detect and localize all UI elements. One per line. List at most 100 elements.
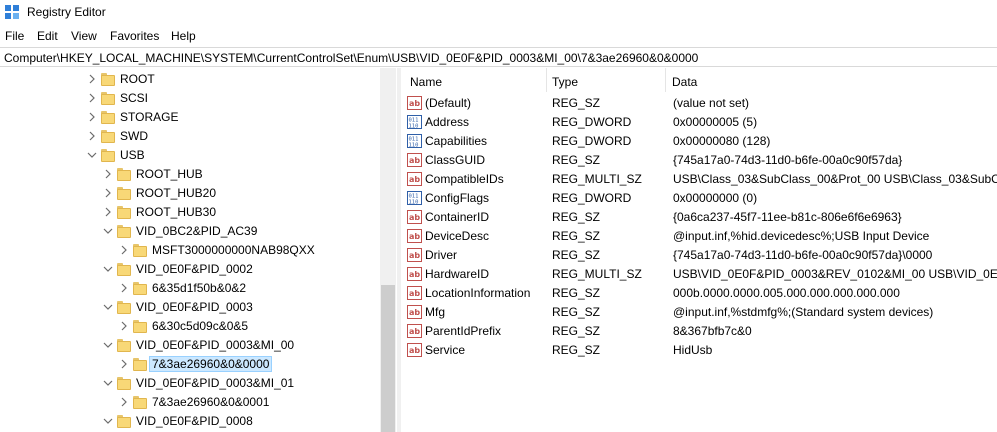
- chevron-down-icon[interactable]: [102, 225, 114, 237]
- value-row[interactable]: ab Service REG_SZ HidUsb: [402, 341, 997, 360]
- value-row[interactable]: ab ContainerID REG_SZ {0a6ca237-45f7-11ee-b…: [402, 208, 997, 227]
- svg-text:110: 110: [409, 124, 419, 130]
- value-row[interactable]: ab ClassGUID REG_SZ {745a17a0-74d3-11d0-b6f…: [402, 151, 997, 170]
- folder-icon: [133, 243, 147, 257]
- chevron-right-icon[interactable]: [118, 358, 130, 370]
- chevron-right-icon[interactable]: [118, 282, 130, 294]
- chevron-right-icon[interactable]: [118, 320, 130, 332]
- tree-node[interactable]: ROOT_HUB20: [0, 184, 380, 203]
- tree-node[interactable]: STORAGE: [0, 108, 380, 127]
- chevron-right-icon[interactable]: [118, 396, 130, 408]
- tree-node-label[interactable]: 7&3ae26960&0&0000: [148, 356, 273, 372]
- tree-node[interactable]: USB: [0, 146, 380, 165]
- tree-node[interactable]: ROOT: [0, 70, 380, 89]
- tree-node-label[interactable]: VID_0E0F&PID_0003&MI_01: [134, 376, 296, 390]
- column-header-data[interactable]: Data: [666, 68, 997, 92]
- tree-node[interactable]: VID_0E0F&PID_0003&MI_00: [0, 336, 380, 355]
- value-row[interactable]: ab ParentIdPrefix REG_SZ 8&367bfb7c&0: [402, 322, 997, 341]
- tree-node[interactable]: 7&3ae26960&0&0001: [0, 393, 380, 412]
- chevron-down-icon[interactable]: [102, 377, 114, 389]
- tree-node[interactable]: MSFT3000000000NAB98QXX: [0, 241, 380, 260]
- tree-node[interactable]: SCSI: [0, 89, 380, 108]
- folder-icon: [117, 167, 131, 181]
- tree-node[interactable]: ROOT_HUB30: [0, 203, 380, 222]
- folder-icon: [117, 414, 131, 428]
- chevron-down-icon[interactable]: [102, 339, 114, 351]
- tree-node-label[interactable]: VID_0E0F&PID_0003&MI_00: [134, 338, 296, 352]
- chevron-down-icon[interactable]: [86, 149, 98, 161]
- tree-node[interactable]: VID_0E0F&PID_0003: [0, 298, 380, 317]
- svg-text:ab: ab: [409, 175, 420, 184]
- value-row[interactable]: ab DeviceDesc REG_SZ @input.inf,%hid.device…: [402, 227, 997, 246]
- menu-file[interactable]: File: [5, 29, 24, 43]
- tree-node[interactable]: VID_0E0F&PID_0002: [0, 260, 380, 279]
- menu-view[interactable]: View: [71, 29, 97, 43]
- menu-favorites[interactable]: Favorites: [110, 29, 159, 43]
- chevron-right-icon[interactable]: [102, 187, 114, 199]
- pane-splitter[interactable]: [397, 68, 401, 432]
- tree-node[interactable]: VID_0BC2&PID_AC39: [0, 222, 380, 241]
- chevron-right-icon[interactable]: [118, 244, 130, 256]
- string-value-icon: ab: [407, 305, 422, 319]
- tree-node-label[interactable]: ROOT_HUB20: [134, 186, 218, 200]
- address-bar[interactable]: Computer\HKEY_LOCAL_MACHINE\SYSTEM\Curre…: [0, 47, 997, 67]
- tree-node-label[interactable]: VID_0BC2&PID_AC39: [134, 224, 259, 238]
- tree-node-label[interactable]: VID_0E0F&PID_0002: [134, 262, 255, 276]
- chevron-right-icon[interactable]: [86, 92, 98, 104]
- tree-node-label[interactable]: SWD: [118, 129, 150, 143]
- menu-edit[interactable]: Edit: [37, 29, 58, 43]
- tree-node-label[interactable]: MSFT3000000000NAB98QXX: [150, 243, 317, 257]
- menu-bar: File Edit View Favorites Help: [0, 25, 997, 47]
- string-value-icon: ab: [407, 248, 422, 262]
- chevron-right-icon[interactable]: [102, 168, 114, 180]
- chevron-right-icon[interactable]: [86, 111, 98, 123]
- value-row[interactable]: ab Mfg REG_SZ @input.inf,%stdmfg%;(Standard…: [402, 303, 997, 322]
- svg-text:ab: ab: [409, 156, 420, 165]
- value-row[interactable]: ab LocationInformation REG_SZ 000b.0000.000…: [402, 284, 997, 303]
- value-data: @input.inf,%hid.devicedesc%;USB Input De…: [673, 229, 930, 243]
- tree-node-label[interactable]: SCSI: [118, 91, 150, 105]
- value-row[interactable]: ab HardwareID REG_MULTI_SZ USB\VID_0E0F&PID…: [402, 265, 997, 284]
- column-header-type[interactable]: Type: [547, 68, 671, 92]
- tree-scrollbar[interactable]: [380, 68, 396, 432]
- tree-scroll-thumb[interactable]: [381, 285, 395, 432]
- value-type: REG_SZ: [552, 229, 601, 243]
- tree-node[interactable]: 6&30c5d09c&0&5: [0, 317, 380, 336]
- value-row[interactable]: ab (Default) REG_SZ (value not set): [402, 94, 997, 113]
- tree-node[interactable]: ROOT_HUB: [0, 165, 380, 184]
- folder-icon: [117, 205, 131, 219]
- value-row[interactable]: 011 110 ConfigFlags REG_DWORD 0x00000000 (0): [402, 189, 997, 208]
- tree-node[interactable]: 6&35d1f50b&0&2: [0, 279, 380, 298]
- tree-node[interactable]: VID_0E0F&PID_0003&MI_01: [0, 374, 380, 393]
- value-row[interactable]: ab CompatibleIDs REG_MULTI_SZ USB\Class_03&…: [402, 170, 997, 189]
- folder-icon: [117, 300, 131, 314]
- menu-help[interactable]: Help: [171, 29, 196, 43]
- tree-node[interactable]: 7&3ae26960&0&0000: [0, 355, 380, 374]
- tree-node-label[interactable]: ROOT_HUB: [134, 167, 205, 181]
- chevron-right-icon[interactable]: [102, 206, 114, 218]
- chevron-down-icon[interactable]: [102, 263, 114, 275]
- chevron-down-icon[interactable]: [102, 301, 114, 313]
- value-row[interactable]: 011 110 Capabilities REG_DWORD 0x00000080 (1…: [402, 132, 997, 151]
- value-data: {745a17a0-74d3-11d0-b6fe-00a0c90f57da}: [673, 153, 903, 167]
- column-header-name[interactable]: Name: [402, 68, 548, 92]
- value-type: REG_SZ: [552, 248, 601, 262]
- chevron-right-icon[interactable]: [86, 73, 98, 85]
- chevron-right-icon[interactable]: [86, 130, 98, 142]
- tree-node-label[interactable]: VID_0E0F&PID_0003: [134, 300, 255, 314]
- tree-node-label[interactable]: 7&3ae26960&0&0001: [150, 395, 271, 409]
- value-row[interactable]: 011 110 Address REG_DWORD 0x00000005 (5): [402, 113, 997, 132]
- chevron-down-icon[interactable]: [102, 415, 114, 427]
- tree-node-label[interactable]: STORAGE: [118, 110, 180, 124]
- tree-node[interactable]: VID_0E0F&PID_0008: [0, 412, 380, 431]
- tree-node-label[interactable]: USB: [118, 148, 147, 162]
- tree-node-label[interactable]: 6&35d1f50b&0&2: [150, 281, 248, 295]
- tree-node[interactable]: SWD: [0, 127, 380, 146]
- tree-node-label[interactable]: ROOT: [118, 72, 157, 86]
- tree-node-label[interactable]: 6&30c5d09c&0&5: [150, 319, 250, 333]
- tree-node-label[interactable]: VID_0E0F&PID_0008: [134, 414, 255, 428]
- value-type: REG_DWORD: [552, 191, 632, 205]
- address-path[interactable]: Computer\HKEY_LOCAL_MACHINE\SYSTEM\Curre…: [4, 51, 698, 65]
- value-row[interactable]: ab Driver REG_SZ {745a17a0-74d3-11d0-b6fe-0…: [402, 246, 997, 265]
- tree-node-label[interactable]: ROOT_HUB30: [134, 205, 218, 219]
